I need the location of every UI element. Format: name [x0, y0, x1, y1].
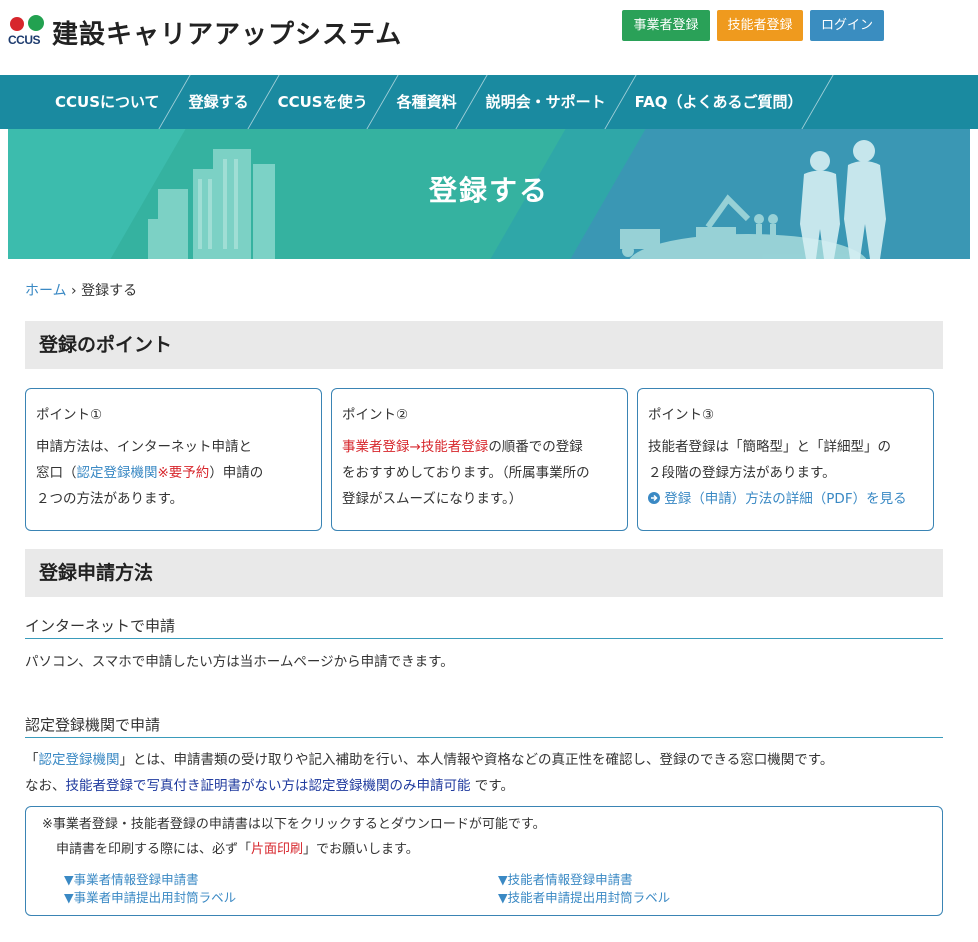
pdf-details-link[interactable]: 登録（申請）方法の詳細（PDF）を見る	[648, 486, 923, 512]
breadcrumb: ホーム › 登録する	[25, 280, 137, 300]
nav-item-documents[interactable]: 各種資料	[383, 75, 471, 129]
point-card-1: ポイント① 申請方法は、インターネット申請と 窓口（認定登録機関※要予約）申請の…	[25, 388, 322, 531]
nav-item-support[interactable]: 説明会・サポート	[472, 75, 620, 129]
login-button[interactable]: ログイン	[810, 10, 884, 41]
point-card-3: ポイント③ 技能者登録は「簡略型」と「詳細型」の ２段階の登録方法があります。 …	[637, 388, 934, 531]
agency-link[interactable]: 認定登録機関	[77, 465, 158, 481]
download-box: ※事業者登録・技能者登録の申請書は以下をクリックするとダウンロードが可能です。 …	[25, 806, 943, 916]
agency-note-text: なお、技能者登録で写真付き証明書がない方は認定登録機関のみ申請可能 です。	[25, 778, 514, 794]
site-logo[interactable]: CCUS 建設キャリアアップシステム	[8, 14, 402, 51]
download-note: ※事業者登録・技能者登録の申請書は以下をクリックするとダウンロードが可能です。	[42, 817, 546, 832]
technician-form-download-link[interactable]: ▼技能者情報登録申請書	[498, 869, 633, 888]
breadcrumb-current: 登録する	[81, 283, 138, 299]
nav-item-register[interactable]: 登録する	[175, 75, 263, 129]
single-side-print: 片面印刷	[251, 842, 304, 857]
order-highlight: 事業者登録→技能者登録	[342, 439, 489, 455]
ccus-logo-mark: CCUS	[8, 14, 48, 51]
point-title: ポイント③	[648, 407, 715, 423]
nav-item-use[interactable]: CCUSを使う	[264, 75, 382, 129]
main-nav: CCUSについて 登録する CCUSを使う 各種資料 説明会・サポート FAQ（…	[0, 75, 978, 129]
business-envelope-label-link[interactable]: ▼事業者申請提出用封筒ラベル	[64, 887, 236, 906]
point-text: 申請方法は、インターネット申請と	[36, 439, 252, 455]
point-text: 事業者登録→技能者登録の順番での登録	[342, 439, 583, 455]
internet-apply-text: パソコン、スマホで申請したい方は当ホームページから申請できます。	[25, 654, 454, 670]
business-form-download-link[interactable]: ▼事業者情報登録申請書	[64, 869, 199, 888]
point-text: をおすすめしております。（所属事業所の	[342, 465, 590, 481]
arrow-circle-icon	[648, 492, 660, 504]
page-title: 登録する	[428, 174, 549, 207]
point-card-2: ポイント② 事業者登録→技能者登録の順番での登録 をおすすめしております。（所属…	[331, 388, 628, 531]
header-buttons: 事業者登録 技能者登録 ログイン	[622, 10, 884, 41]
hero-banner: 登録する	[8, 129, 970, 259]
nav-item-faq[interactable]: FAQ（よくあるご質問）	[621, 75, 817, 129]
technician-register-button[interactable]: 技能者登録	[717, 10, 803, 41]
section-title-method: 登録申請方法	[25, 549, 943, 597]
nav-item-about[interactable]: CCUSについて	[55, 75, 174, 129]
agency-only-note: 技能者登録で写真付き証明書がない方は認定登録機関のみ申請可能	[65, 778, 471, 794]
technician-envelope-label-link[interactable]: ▼技能者申請提出用封筒ラベル	[498, 887, 670, 906]
point-text: 窓口（認定登録機関※要予約）申請の	[36, 465, 264, 481]
section-title-points: 登録のポイント	[25, 321, 943, 369]
point-title: ポイント①	[36, 407, 103, 423]
internet-apply-heading: インターネットで申請	[25, 615, 943, 639]
print-note: 申請書を印刷する際には、必ず「片面印刷」でお願いします。	[56, 842, 419, 857]
reservation-note: ※要予約	[157, 465, 210, 481]
agency-link[interactable]: 認定登録機関	[39, 752, 120, 768]
site-header: CCUS 建設キャリアアップシステム 事業者登録 技能者登録 ログイン	[0, 0, 978, 75]
business-register-button[interactable]: 事業者登録	[622, 10, 710, 41]
logo-text: 建設キャリアアップシステム	[52, 20, 403, 50]
point-text: 技能者登録は「簡略型」と「詳細型」の	[648, 439, 891, 455]
agency-apply-heading: 認定登録機関で申請	[25, 714, 943, 738]
point-text: ２段階の登録方法があります。	[648, 465, 836, 481]
point-title: ポイント②	[342, 407, 409, 423]
agency-apply-text: 「認定登録機関」とは、申請書類の受け取りや記入補助を行い、本人情報や資格などの真…	[25, 752, 834, 768]
point-text: ２つの方法があります。	[36, 491, 184, 507]
breadcrumb-separator: ›	[71, 283, 77, 299]
breadcrumb-home[interactable]: ホーム	[25, 283, 67, 299]
point-text: 登録がスムーズになります。）	[342, 491, 523, 507]
